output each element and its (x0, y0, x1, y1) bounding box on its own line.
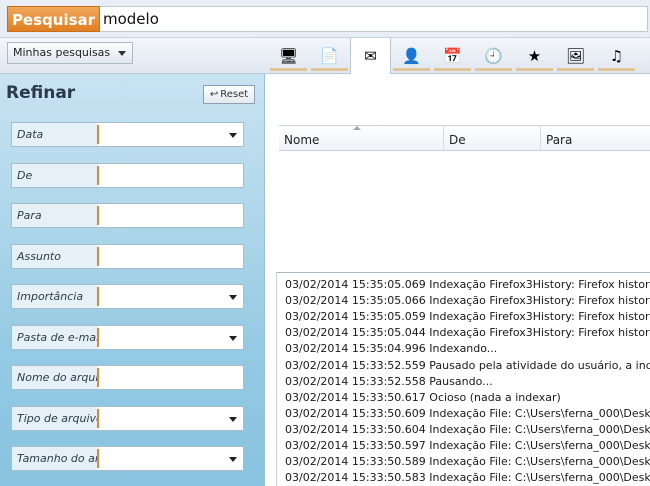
tab-underline (516, 68, 553, 71)
search-input[interactable]: modelo (100, 6, 648, 32)
filter-pasta-de-e-mails[interactable]: Pasta de e-mails (11, 324, 244, 350)
filter-label: Tamanho do arq (12, 447, 98, 470)
chevron-down-icon (118, 51, 126, 56)
saved-searches-label: Minhas pesquisas (13, 46, 111, 59)
tab-underline (270, 68, 307, 71)
filter-divider (97, 408, 99, 428)
filter-data[interactable]: Data (11, 122, 244, 147)
filter-divider (97, 165, 99, 185)
sort-arrow-icon (353, 126, 361, 130)
log-line: 03/02/2014 15:35:05.069 Indexação Firefo… (285, 278, 650, 291)
tab-calendar[interactable]: 📅 (432, 38, 473, 74)
column-header-nome[interactable]: Nome (279, 126, 444, 150)
log-line: 03/02/2014 15:33:50.617 Ocioso (nada a i… (285, 390, 561, 404)
filter-divider (97, 449, 99, 468)
tab-underline (598, 68, 635, 71)
reset-button[interactable]: ↩ Reset (203, 85, 255, 104)
filter-divider (97, 287, 99, 306)
filter-divider (97, 206, 99, 225)
chevron-down-icon[interactable] (229, 416, 237, 422)
filter-nome-do-arquiv[interactable]: Nome do arquiv (11, 365, 244, 390)
log-line: 03/02/2014 15:35:05.059 Indexação Firefo… (285, 310, 650, 324)
tab-underline (557, 68, 594, 71)
log-line: 03/02/2014 15:35:05.066 Indexação Firefo… (285, 294, 650, 308)
chevron-down-icon[interactable] (229, 457, 237, 462)
filter-label: Assunto (12, 244, 98, 268)
filter-divider (97, 327, 99, 347)
email-icon: ✉ (364, 47, 377, 65)
tab-contact[interactable]: 👤 (391, 38, 432, 74)
filter-label: Importância (12, 285, 98, 308)
log-line: 03/02/2014 15:33:50.589 Indexação File: … (285, 455, 650, 469)
filter-divider (97, 125, 99, 144)
calendar-icon: 📅 (443, 46, 462, 65)
tab-underline (393, 68, 430, 71)
tab-computer[interactable]: 🖥 (268, 38, 309, 74)
chevron-down-icon[interactable] (229, 295, 237, 300)
results-header: Nome De Para (279, 125, 650, 151)
tab-underline (311, 68, 348, 71)
filter-label: Tipo de arquivo (12, 406, 98, 430)
undo-icon: ↩ (209, 89, 219, 100)
tab-underline (434, 68, 471, 71)
log-line: 03/02/2014 15:33:52.559 Pausado pela ati… (285, 358, 650, 372)
log-line: 03/02/2014 15:33:50.609 Indexação File: … (285, 406, 650, 420)
reset-label: Reset (220, 89, 249, 100)
filter-label: Para (12, 204, 98, 227)
sidebar-title: Refinar (6, 83, 76, 103)
search-bar: Pesquisar modelo (0, 0, 650, 38)
filter-import-ncia[interactable]: Importância (11, 284, 244, 309)
saved-searches-dropdown[interactable]: Minhas pesquisas (7, 42, 133, 64)
tab-underline (475, 68, 512, 71)
log-line: 03/02/2014 15:35:05.044 Indexação Firefo… (285, 326, 650, 340)
filter-divider (97, 368, 99, 387)
tab-email[interactable]: ✉ (350, 38, 391, 75)
favorites-icon: ★ (527, 46, 542, 65)
image-icon: 🖼 (565, 46, 586, 65)
tab-music[interactable]: ♫ (596, 38, 637, 74)
contact-icon: 👤 (402, 46, 421, 65)
chevron-down-icon[interactable] (229, 133, 237, 138)
filter-assunto[interactable]: Assunto (11, 243, 244, 269)
log-line: 03/02/2014 15:33:50.604 Indexação File: … (285, 422, 650, 436)
column-header-para[interactable]: Para (541, 126, 650, 150)
log-panel: 03/02/2014 15:35:05.069 Indexação Firefo… (276, 272, 650, 486)
chevron-down-icon[interactable] (229, 335, 237, 341)
filter-tamanho-do-arq[interactable]: Tamanho do arq (11, 446, 244, 471)
tab-history[interactable]: 🕘 (473, 38, 514, 74)
log-line: 03/02/2014 15:33:52.558 Pausando... (285, 374, 493, 388)
music-icon: ♫ (609, 46, 624, 65)
tab-favorites[interactable]: ★ (514, 38, 555, 74)
results-pane: Nome De Para (266, 74, 650, 270)
filter-label: De (12, 163, 98, 187)
tab-document[interactable]: 📄 (309, 38, 350, 74)
log-line: 03/02/2014 15:33:50.597 Indexação File: … (285, 439, 650, 452)
filter-label: Nome do arquiv (12, 366, 98, 389)
filter-divider (97, 246, 99, 266)
filter-de[interactable]: De (11, 162, 244, 188)
search-button[interactable]: Pesquisar (7, 6, 100, 32)
filter-tipo-de-arquivo[interactable]: Tipo de arquivo (11, 405, 244, 431)
document-icon: 📄 (320, 46, 339, 65)
refine-sidebar: Refinar ↩ Reset Data De Para Assunto Importân… (0, 74, 265, 486)
filter-para[interactable]: Para (11, 203, 244, 228)
column-header-de[interactable]: De (444, 126, 541, 150)
log-line: 03/02/2014 15:33:50.583 Indexação File: … (285, 471, 650, 485)
filter-label: Pasta de e-mails (12, 325, 98, 349)
category-tabs: 🖥 📄 ✉ 👤 📅 🕘 ★ 🖼 ♫ (268, 38, 637, 75)
computer-icon: 🖥 (278, 46, 299, 65)
filter-label: Data (12, 123, 98, 146)
log-line: 03/02/2014 15:35:04.996 Indexando... (285, 342, 498, 356)
tab-image[interactable]: 🖼 (555, 38, 596, 74)
history-icon: 🕘 (484, 46, 503, 65)
